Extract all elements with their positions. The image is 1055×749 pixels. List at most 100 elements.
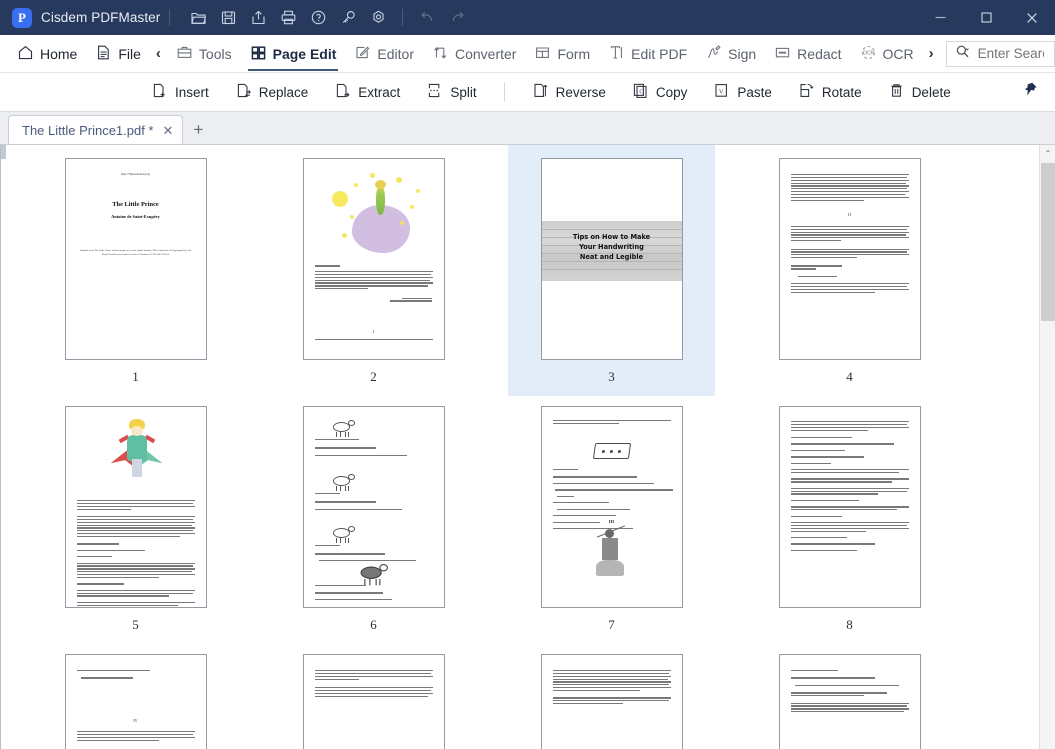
page-thumbnail[interactable]: II bbox=[778, 158, 921, 360]
toolbar-label: Extract bbox=[358, 84, 401, 100]
page-thumbnail[interactable] bbox=[778, 406, 921, 608]
ribbon-tab-tools[interactable]: Tools bbox=[167, 35, 241, 73]
sign-pen-icon bbox=[705, 44, 722, 64]
text-cursor-icon bbox=[608, 44, 625, 64]
page-number-label: 2 bbox=[370, 369, 377, 384]
ribbon-tab-home[interactable]: Home bbox=[8, 35, 86, 73]
figure-sketch-icon bbox=[594, 525, 628, 579]
replace-button[interactable]: Replace bbox=[222, 73, 322, 112]
little-prince-watercolor-illustration bbox=[324, 171, 426, 257]
page-thumbnail-cell[interactable]: 6 bbox=[270, 393, 477, 644]
page6-text-4 bbox=[314, 585, 433, 601]
file-icon bbox=[95, 44, 112, 64]
page-thumbnail[interactable]: Tips on How to Make Your Handwriting Nea… bbox=[540, 158, 683, 360]
page-thumbnail[interactable] bbox=[540, 654, 683, 749]
page-thumbnail-cell[interactable]: 8 bbox=[746, 393, 953, 644]
page-thumbnail-cell[interactable]: II 4 bbox=[746, 145, 953, 396]
window-controls bbox=[917, 0, 1055, 35]
home-icon bbox=[17, 44, 34, 64]
page-thumbnail[interactable]: III bbox=[540, 406, 683, 608]
page-thumbnail-cell[interactable]: 10 bbox=[270, 641, 477, 749]
ribbon-tab-converter[interactable]: Converter bbox=[423, 35, 525, 73]
ribbon-tab-redact[interactable]: Redact bbox=[765, 35, 850, 73]
copy-button[interactable]: C Copy bbox=[619, 73, 701, 112]
ribbon-tab-editor[interactable]: Editor bbox=[345, 35, 423, 73]
page-number-label: 7 bbox=[608, 617, 615, 632]
svg-text:OCR: OCR bbox=[862, 50, 874, 56]
page-thumbnail-cell[interactable]: 5 bbox=[32, 393, 239, 644]
paste-button[interactable]: V Paste bbox=[700, 73, 785, 112]
page-content-crate-figure: III bbox=[542, 407, 682, 607]
search-box[interactable] bbox=[945, 40, 1055, 67]
ribbon-scroll-next-icon[interactable]: › bbox=[923, 35, 940, 73]
page-thumbnail[interactable]: https://TheGreatLibrary.org The Little P… bbox=[64, 158, 207, 360]
ribbon-tab-page-edit[interactable]: Page Edit bbox=[241, 35, 346, 73]
ribbon-tab-label: Page Edit bbox=[272, 45, 337, 62]
page-thumbnail-cell[interactable]: I 2 bbox=[270, 145, 477, 396]
page-thumbnail-cell[interactable]: 11 bbox=[508, 641, 715, 749]
scrollbar-thumb[interactable] bbox=[1041, 163, 1055, 321]
save-icon[interactable] bbox=[213, 3, 243, 33]
page-thumbnail[interactable]: IV bbox=[64, 654, 207, 749]
pin-icon[interactable] bbox=[1021, 81, 1039, 104]
ribbon-tab-sign[interactable]: Sign bbox=[696, 35, 765, 73]
insert-button[interactable]: Insert bbox=[138, 73, 222, 112]
page-content-watercolor: I bbox=[304, 159, 444, 359]
ribbon-scroll-prev-icon[interactable]: ‹ bbox=[150, 35, 167, 73]
split-button[interactable]: Split bbox=[413, 73, 489, 112]
print-icon[interactable] bbox=[273, 3, 303, 33]
page-content-text bbox=[304, 655, 444, 749]
new-tab-button[interactable]: + bbox=[183, 115, 213, 144]
page-number-label: 8 bbox=[846, 617, 853, 632]
page6-text-3 bbox=[314, 545, 433, 562]
ribbon-tab-bar: Home File ‹ Tools Page Edit Editor Conve… bbox=[0, 35, 1055, 73]
page-thumbnail[interactable] bbox=[778, 654, 921, 749]
maximize-button[interactable] bbox=[963, 0, 1009, 35]
page-thumbnail-cell[interactable]: III 7 bbox=[508, 393, 715, 644]
share-icon[interactable] bbox=[243, 3, 273, 33]
delete-button[interactable]: Delete bbox=[875, 73, 964, 112]
title-bar: P Cisdem PDFMaster bbox=[0, 0, 1055, 35]
page-thumbnail[interactable] bbox=[302, 406, 445, 608]
page1-title: The Little Prince bbox=[112, 201, 159, 208]
page2-body-text bbox=[314, 265, 433, 302]
reverse-button[interactable]: Reverse bbox=[519, 73, 619, 112]
minimize-button[interactable] bbox=[917, 0, 963, 35]
page-thumbnail-cell[interactable]: https://TheGreatLibrary.org The Little P… bbox=[32, 145, 239, 396]
svg-text:V: V bbox=[719, 88, 724, 95]
document-tab[interactable]: The Little Prince1.pdf * ✕ bbox=[8, 115, 184, 144]
thumbnail-row: IV 9 bbox=[1, 641, 1039, 749]
close-button[interactable] bbox=[1009, 0, 1055, 35]
page-thumbnail-cell-selected[interactable]: Tips on How to Make Your Handwriting Nea… bbox=[508, 145, 715, 396]
redo-icon[interactable] bbox=[442, 3, 472, 33]
extract-button[interactable]: Extract bbox=[321, 73, 413, 112]
page-thumbnail-cell[interactable]: IV 9 bbox=[32, 641, 239, 749]
ribbon-tab-form[interactable]: Form bbox=[525, 35, 599, 73]
settings-icon[interactable] bbox=[363, 3, 393, 33]
form-icon bbox=[534, 44, 551, 64]
page-content-sheep-sketches bbox=[304, 407, 444, 607]
undo-icon[interactable] bbox=[412, 3, 442, 33]
ribbon-tab-file[interactable]: File bbox=[86, 35, 150, 73]
rotate-button[interactable]: Rotate bbox=[785, 73, 875, 112]
scroll-up-button[interactable]: ⌃ bbox=[1040, 145, 1055, 162]
page-thumbnail-cell[interactable]: 12 bbox=[746, 641, 953, 749]
help-icon[interactable] bbox=[303, 3, 333, 33]
page-thumbnail[interactable] bbox=[64, 406, 207, 608]
key-icon[interactable] bbox=[333, 3, 363, 33]
open-folder-icon[interactable] bbox=[183, 3, 213, 33]
sheep-sketch-icon bbox=[330, 525, 356, 543]
toolbar-label: Rotate bbox=[821, 84, 862, 100]
search-input[interactable] bbox=[975, 45, 1046, 62]
ribbon-tab-edit-pdf[interactable]: Edit PDF bbox=[599, 35, 696, 73]
page-content-text: IV bbox=[66, 655, 206, 749]
ribbon-tab-ocr[interactable]: OCR OCR bbox=[851, 35, 923, 73]
page-thumbnail[interactable]: I bbox=[302, 158, 445, 360]
page-thumbnail-area[interactable]: https://TheGreatLibrary.org The Little P… bbox=[0, 145, 1055, 749]
scroll-down-button[interactable]: ⌄ bbox=[1040, 744, 1055, 749]
close-tab-icon[interactable]: ✕ bbox=[163, 124, 174, 137]
page-thumbnail[interactable] bbox=[302, 654, 445, 749]
vertical-scrollbar[interactable]: ⌃ ⌄ bbox=[1039, 145, 1055, 749]
thumbnail-row: 5 6 III 7 8 bbox=[1, 393, 1039, 644]
replace-page-icon bbox=[235, 82, 252, 102]
